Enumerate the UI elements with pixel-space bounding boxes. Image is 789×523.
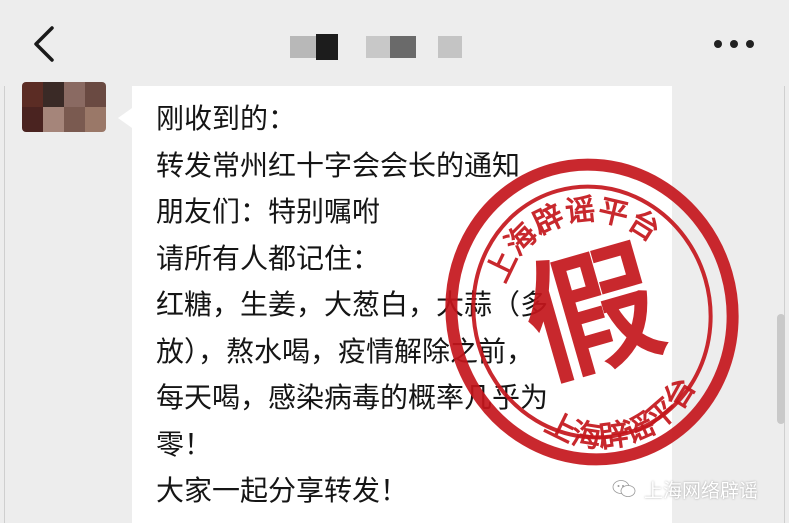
rumor-stamp: 上海辟谣平台 假 上海辟谣平台 [445, 158, 739, 472]
wechat-icon [612, 480, 636, 497]
more-dots-icon [714, 40, 722, 48]
bubble-tail [118, 108, 132, 128]
watermark-text: 上海网络辟谣 [644, 479, 759, 502]
more-options-button[interactable] [710, 30, 758, 58]
menu-dot [746, 40, 754, 48]
watermark: 上海网络辟谣 [612, 476, 758, 502]
menu-dot [730, 40, 738, 48]
avatar[interactable] [22, 82, 106, 132]
scrollbar[interactable] [777, 314, 785, 424]
chat-title-pixelated [290, 34, 462, 60]
chat-header [0, 0, 789, 86]
chevron-left-icon[interactable] [26, 22, 62, 66]
